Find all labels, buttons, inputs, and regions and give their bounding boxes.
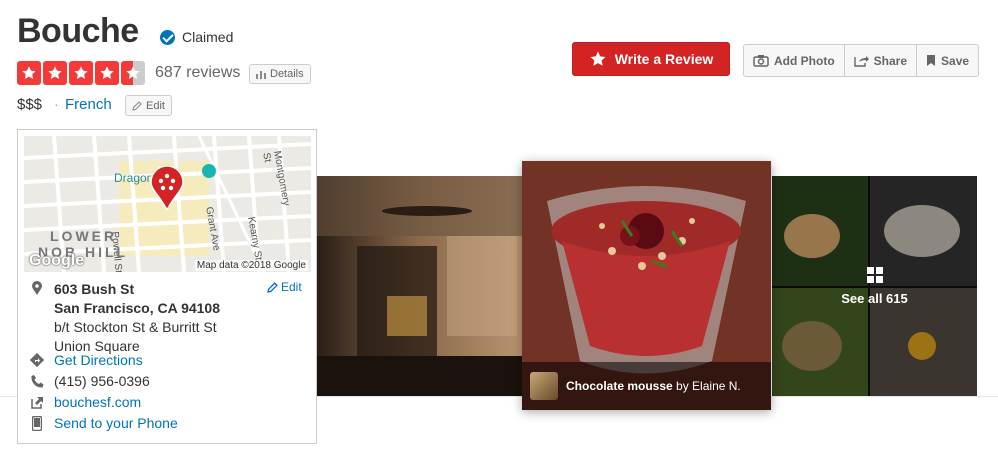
send-to-phone-row[interactable]: Send to your Phone	[30, 415, 178, 431]
directions-row[interactable]: Get Directions	[30, 352, 143, 368]
featured-photo[interactable]: Chocolate mousse by Elaine N.	[522, 161, 771, 410]
edit-category-button[interactable]: Edit	[125, 95, 172, 116]
google-logo: Google	[29, 252, 85, 269]
check-circle-icon	[160, 29, 175, 45]
details-button[interactable]: Details	[249, 64, 311, 84]
photo-caption-author[interactable]: by Elaine N.	[676, 379, 741, 393]
share-button[interactable]: Share	[845, 45, 918, 76]
camera-icon	[753, 55, 769, 67]
street-address: 603 Bush St	[54, 281, 135, 297]
action-button-group: Add Photo Share Save	[743, 44, 980, 77]
star-icon	[95, 61, 119, 85]
claimed-badge: Claimed	[160, 29, 233, 45]
get-directions-link[interactable]: Get Directions	[54, 352, 143, 368]
photo-caption-title[interactable]: Chocolate mousse	[566, 379, 673, 393]
map-poi-icon	[202, 164, 216, 178]
save-label: Save	[941, 53, 970, 68]
star-icon	[69, 61, 93, 85]
edit-link-label: Edit	[281, 280, 302, 294]
map-credit: Map data ©2018 Google	[194, 260, 308, 271]
address-row: 603 Bush St San Francisco, CA 94108 b/t …	[30, 280, 220, 356]
see-all-photos-button[interactable]: See all 615	[772, 176, 977, 396]
external-link-icon	[30, 394, 44, 410]
claimed-label: Claimed	[182, 29, 234, 45]
send-to-phone-link[interactable]: Send to your Phone	[54, 415, 178, 431]
category-link[interactable]: French	[65, 96, 112, 113]
price-range: $$$	[17, 96, 43, 113]
map-pin-icon	[150, 166, 184, 210]
write-review-button[interactable]: Write a Review	[572, 42, 730, 76]
pencil-icon	[132, 100, 142, 111]
star-rating	[17, 61, 145, 85]
map-label-lower: LOWER	[50, 228, 118, 244]
share-label: Share	[873, 53, 908, 68]
add-photo-button[interactable]: Add Photo	[744, 45, 845, 76]
star-icon	[17, 61, 41, 85]
avatar[interactable]	[530, 372, 558, 400]
share-icon	[853, 56, 869, 67]
phone-icon	[30, 373, 44, 389]
see-all-label: See all 615	[841, 290, 908, 306]
bar-chart-icon	[256, 70, 266, 79]
bookmark-icon	[927, 55, 936, 66]
star-icon	[43, 61, 67, 85]
star-half-icon	[121, 61, 145, 85]
grid-icon	[866, 266, 883, 283]
mobile-phone-icon	[30, 415, 44, 431]
details-label: Details	[270, 68, 304, 80]
website-link[interactable]: bouchesf.com	[54, 394, 141, 410]
edit-address-link[interactable]: Edit	[267, 280, 302, 294]
location-icon	[30, 280, 44, 296]
business-name: Bouche	[17, 12, 139, 50]
photo-interior[interactable]	[317, 176, 522, 396]
phone-number: (415) 956-0396	[54, 373, 150, 389]
add-photo-label: Add Photo	[774, 53, 835, 68]
directions-icon	[30, 352, 44, 368]
save-button[interactable]: Save	[917, 45, 978, 76]
photo-caption: Chocolate mousse by Elaine N.	[522, 362, 771, 410]
pencil-icon	[267, 281, 278, 293]
cross-streets: b/t Stockton St & Burritt St	[54, 319, 217, 335]
star-icon	[590, 51, 606, 66]
phone-row: (415) 956-0396	[30, 373, 150, 389]
website-row[interactable]: bouchesf.com	[30, 394, 141, 410]
location-card: Dragon Gate Powell St Grant Ave Kearny S…	[17, 129, 317, 444]
city-state-zip: San Francisco, CA 94108	[54, 300, 221, 316]
write-review-label: Write a Review	[614, 51, 714, 67]
edit-label: Edit	[146, 99, 165, 112]
review-count[interactable]: 687 reviews	[155, 64, 240, 82]
separator-dot: ·	[54, 96, 59, 112]
map[interactable]: Dragon Gate Powell St Grant Ave Kearny S…	[24, 136, 311, 272]
